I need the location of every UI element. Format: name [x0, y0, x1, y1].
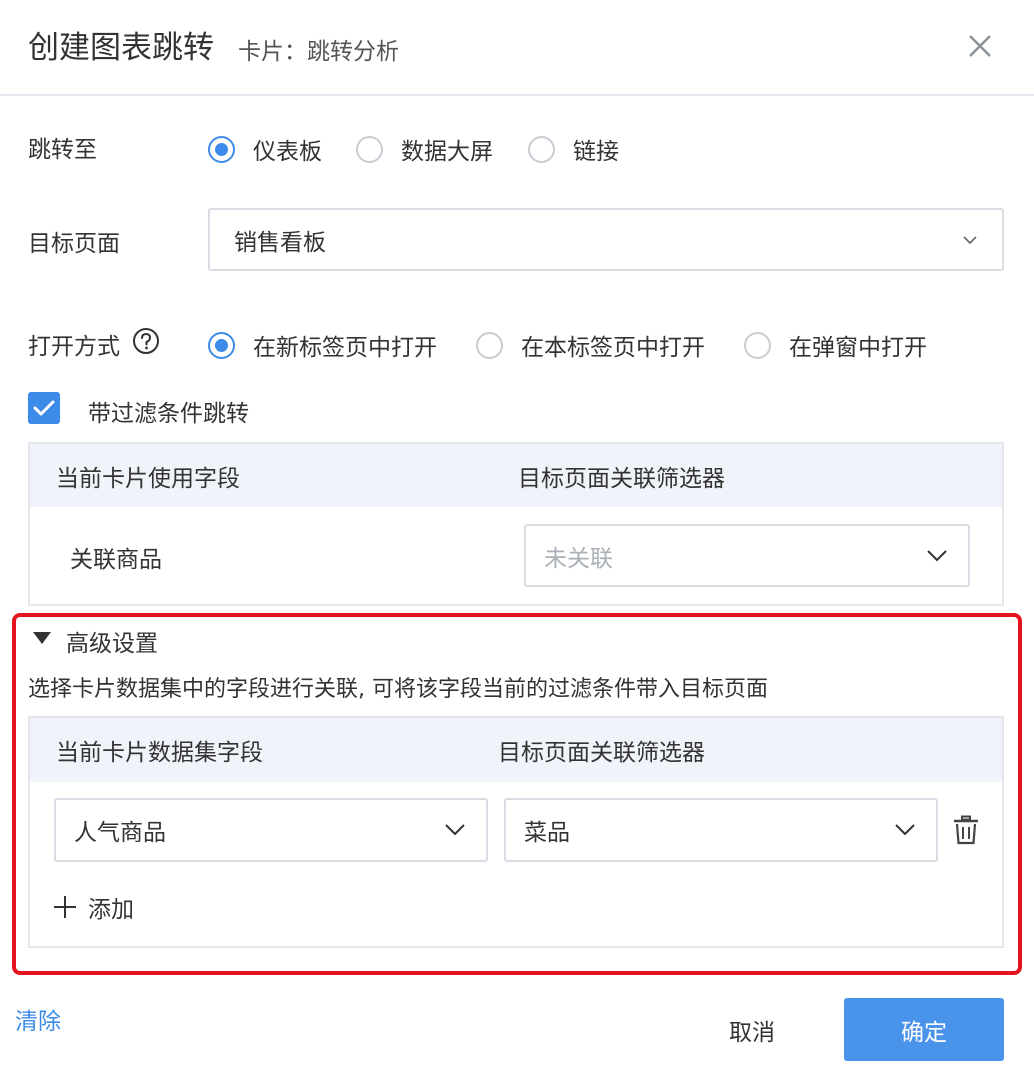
table-header: 当前卡片使用字段 目标页面关联筛选器	[30, 444, 1002, 507]
filter-mapping-table: 当前卡片使用字段 目标页面关联筛选器 关联商品 未关联	[28, 442, 1004, 606]
dialog-title: 创建图表跳转	[28, 30, 214, 66]
chevron-down-icon	[445, 824, 465, 836]
radio-open-popup[interactable]: 在弹窗中打开	[744, 328, 927, 362]
caret-down-icon[interactable]	[33, 632, 51, 644]
advanced-mapping-table: 当前卡片数据集字段 目标页面关联筛选器 人气商品 菜品	[28, 716, 1004, 948]
radio-link[interactable]: 链接	[528, 132, 619, 166]
radio-label: 链接	[573, 139, 619, 165]
radio-unchecked-icon	[744, 331, 771, 359]
open-mode-label: 打开方式	[28, 334, 120, 360]
question-circle-icon[interactable]	[132, 327, 160, 355]
radio-label: 仪表板	[253, 139, 322, 165]
advanced-settings-title[interactable]: 高级设置	[66, 624, 158, 658]
chevron-down-icon	[963, 235, 977, 244]
radio-dashboard[interactable]: 仪表板	[208, 132, 322, 166]
radio-unchecked-icon	[528, 135, 555, 163]
radio-checked-icon	[208, 331, 235, 359]
checkmark-icon	[33, 400, 55, 416]
column-header-current-field: 当前卡片使用字段	[56, 465, 240, 492]
advanced-target-filter-value: 菜品	[524, 820, 570, 846]
jump-to-label: 跳转至	[28, 137, 97, 163]
add-label: 添加	[88, 897, 134, 923]
target-filter-select[interactable]: 未关联	[524, 524, 970, 587]
trash-icon[interactable]	[953, 815, 979, 845]
chevron-down-icon	[927, 549, 947, 561]
clear-link[interactable]: 清除	[15, 1002, 61, 1036]
plus-icon	[54, 896, 76, 918]
advanced-settings-description: 选择卡片数据集中的字段进行关联, 可将该字段当前的过滤条件带入目标页面	[28, 677, 768, 702]
radio-checked-icon	[208, 135, 235, 163]
column-header-dataset-field: 当前卡片数据集字段	[56, 740, 263, 766]
target-page-value: 销售看板	[234, 229, 326, 256]
column-header-target-filter: 目标页面关联筛选器	[518, 465, 725, 492]
cancel-button[interactable]: 取消	[700, 998, 804, 1061]
radio-unchecked-icon	[476, 331, 503, 359]
radio-label: 数据大屏	[401, 139, 493, 165]
target-page-label: 目标页面	[28, 231, 120, 257]
close-icon[interactable]	[962, 28, 998, 64]
header-divider	[0, 94, 1034, 96]
radio-label: 在新标签页中打开	[253, 335, 437, 361]
radio-open-this-tab[interactable]: 在本标签页中打开	[476, 328, 705, 362]
column-header-target-filter: 目标页面关联筛选器	[498, 740, 705, 766]
chevron-down-icon	[895, 824, 915, 836]
target-page-select[interactable]: 销售看板	[208, 208, 1004, 271]
radio-label: 在本标签页中打开	[521, 335, 705, 361]
confirm-button[interactable]: 确定	[844, 998, 1004, 1061]
advanced-target-filter-select[interactable]: 菜品	[504, 798, 938, 862]
filter-jump-label: 带过滤条件跳转	[88, 401, 249, 427]
table-header: 当前卡片数据集字段 目标页面关联筛选器	[30, 718, 1002, 782]
target-filter-placeholder: 未关联	[544, 545, 613, 572]
filter-jump-checkbox[interactable]	[28, 392, 60, 424]
add-mapping-button[interactable]: 添加	[54, 890, 134, 924]
dataset-field-select[interactable]: 人气商品	[54, 798, 488, 862]
radio-data-screen[interactable]: 数据大屏	[356, 132, 493, 166]
row-field-name: 关联商品	[70, 547, 162, 573]
dataset-field-value: 人气商品	[74, 820, 166, 846]
radio-label: 在弹窗中打开	[789, 335, 927, 361]
dialog-subtitle: 卡片：跳转分析	[238, 39, 399, 65]
radio-open-new-tab[interactable]: 在新标签页中打开	[208, 328, 437, 362]
radio-unchecked-icon	[356, 135, 383, 163]
